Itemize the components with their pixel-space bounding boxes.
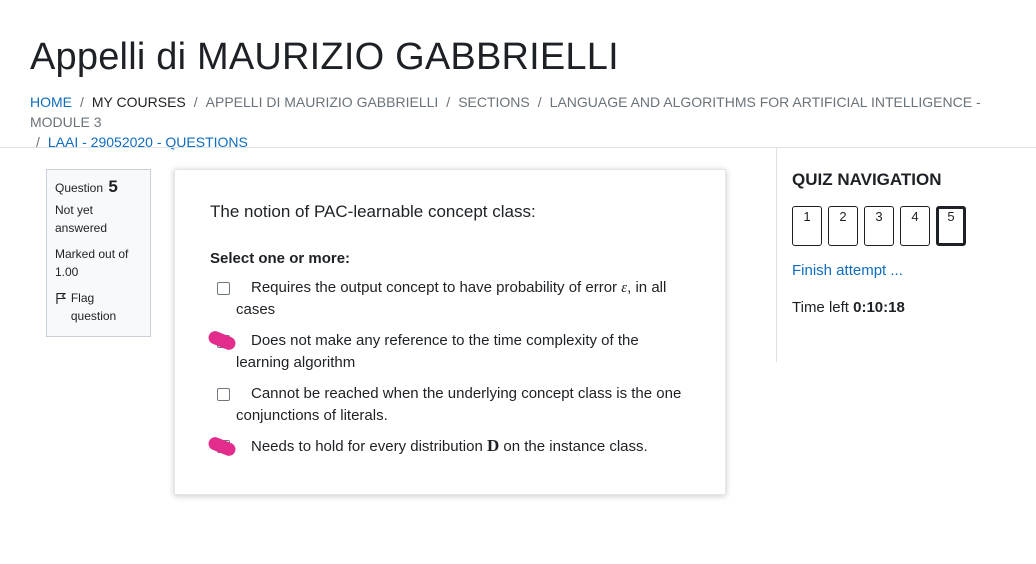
time-left-label: Time left (792, 299, 849, 316)
time-left-value: 0:10:18 (853, 299, 905, 316)
finish-attempt-link[interactable]: Finish attempt ... (792, 262, 903, 279)
quiz-nav-button-5[interactable]: 5 (936, 206, 966, 246)
answer-option-3[interactable]: Cannot be reached when the underlying co… (210, 383, 690, 427)
question-content: The notion of PAC-learnable concept clas… (174, 169, 726, 495)
breadcrumb-separator: / (537, 94, 542, 110)
answer-checkbox[interactable] (217, 388, 230, 401)
question-label: Question (55, 181, 104, 195)
breadcrumb-sections[interactable]: SECTIONS (458, 94, 530, 110)
answer-option-2[interactable]: Does not make any reference to the time … (210, 330, 690, 374)
time-left: Time left 0:10:18 (792, 299, 905, 316)
answer-label: Needs to hold for every distribution D o… (251, 436, 648, 455)
question-grade: Marked out of 1.00 (55, 247, 129, 279)
flag-question-link[interactable]: Flag question (55, 289, 142, 325)
answer-checkbox[interactable] (217, 282, 230, 295)
sidebar-divider (776, 148, 777, 362)
flag-question-label: Flag question (70, 291, 117, 323)
page-title: Appelli di MAURIZIO GABBRIELLI (30, 36, 619, 78)
answer-prompt: Select one or more: (210, 250, 351, 267)
breadcrumb-course[interactable]: APPELLI DI MAURIZIO GABBRIELLI (206, 94, 439, 110)
quiz-navigation-buttons: 1 2 3 4 5 (792, 206, 966, 246)
quiz-nav-button-2[interactable]: 2 (828, 206, 858, 246)
breadcrumb-separator: / (446, 94, 451, 110)
answer-option-1[interactable]: Requires the output concept to have prob… (210, 277, 690, 321)
breadcrumb-my-courses[interactable]: MY COURSES (92, 94, 186, 110)
answer-label: Requires the output concept to have prob… (236, 279, 667, 318)
breadcrumb-separator: / (193, 94, 198, 110)
question-number: 5 (108, 177, 118, 196)
question-info-box: Question 5 Not yet answered Marked out o… (46, 169, 151, 337)
quiz-nav-button-3[interactable]: 3 (864, 206, 894, 246)
answer-label: Cannot be reached when the underlying co… (236, 385, 682, 424)
question-state: Not yet answered (55, 203, 108, 235)
quiz-navigation-title: QUIZ NAVIGATION (792, 170, 942, 189)
breadcrumb: HOME / MY COURSES / APPELLI DI MAURIZIO GABB… (30, 92, 1020, 152)
answer-label: Does not make any reference to the time … (236, 332, 639, 371)
flag-icon (56, 293, 67, 304)
distribution-symbol: D (486, 436, 500, 455)
answer-option-4[interactable]: Needs to hold for every distribution D o… (210, 435, 690, 458)
header-divider (0, 147, 1036, 148)
quiz-nav-button-4[interactable]: 4 (900, 206, 930, 246)
breadcrumb-home[interactable]: HOME (30, 94, 72, 110)
quiz-nav-button-1[interactable]: 1 (792, 206, 822, 246)
question-text: The notion of PAC-learnable concept clas… (210, 202, 536, 221)
breadcrumb-separator: / (80, 94, 84, 110)
